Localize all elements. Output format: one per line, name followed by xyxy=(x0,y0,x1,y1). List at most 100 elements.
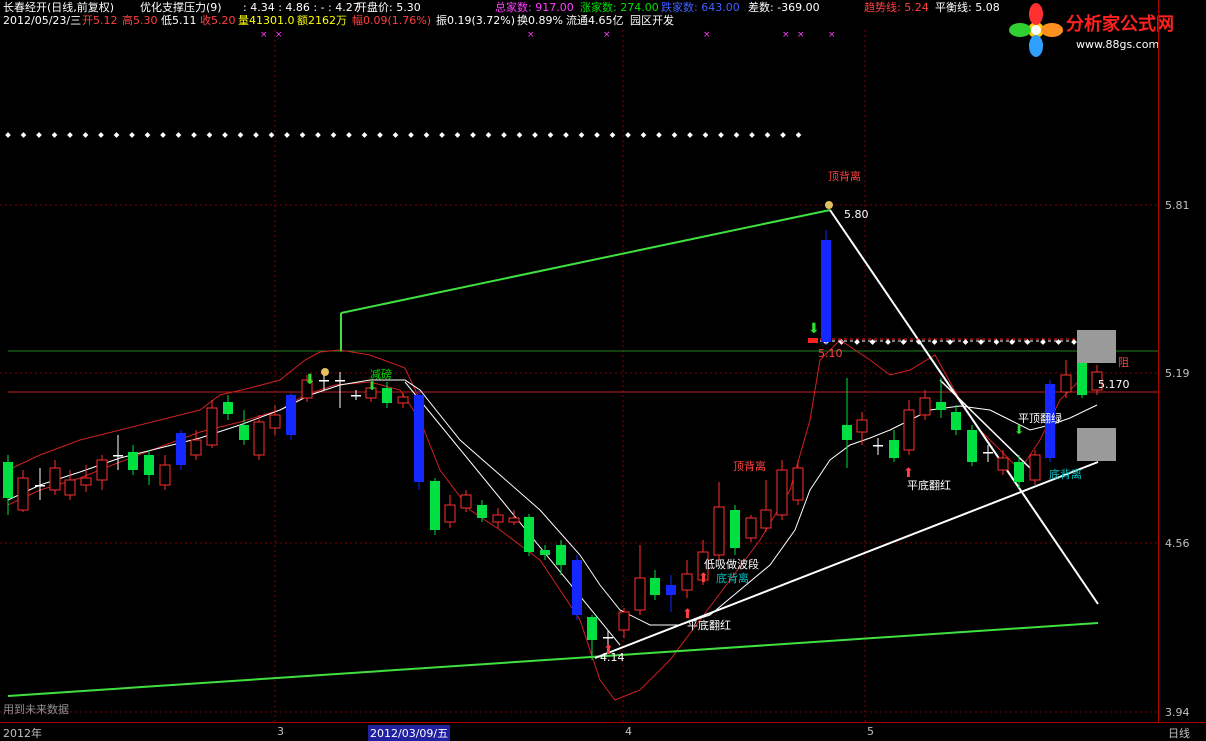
candle-body xyxy=(477,505,487,518)
signal-dot xyxy=(962,339,969,345)
top-divergence-label-1: 顶背离 xyxy=(828,170,861,183)
signal-dot xyxy=(67,132,73,138)
signal-dot xyxy=(1009,339,1015,345)
reduce-position-label: 减磅 xyxy=(370,368,392,381)
signal-dot xyxy=(993,339,1000,345)
signal-dot xyxy=(780,132,786,138)
signal-dot xyxy=(625,132,631,138)
signal-dot xyxy=(20,132,27,138)
signal-dot xyxy=(563,132,569,138)
signal-dot xyxy=(1024,339,1031,345)
signal-dot xyxy=(191,132,197,138)
signal-dot xyxy=(253,132,259,138)
candle-body xyxy=(335,380,345,382)
flat-bottom-red-label-1: 平底翻红 xyxy=(687,619,731,632)
signal-dot xyxy=(485,132,492,138)
x-label-cursor-date[interactable]: 2012/03/09/五 xyxy=(368,725,451,741)
signal-dot xyxy=(315,132,321,138)
signal-dot xyxy=(51,132,58,138)
y-tick: 4.56 xyxy=(1165,537,1190,550)
resistance-label: 阻 xyxy=(1118,356,1129,369)
signal-dot xyxy=(656,132,662,138)
signal-dot xyxy=(718,132,724,138)
x-label-year: 2012年 xyxy=(3,727,42,740)
top-divergence-label-2: 顶背离 xyxy=(733,460,766,473)
flat-top-green-label: 平顶翻绿 xyxy=(1018,412,1062,425)
candle-body xyxy=(745,517,757,539)
svg-text:×: × xyxy=(275,30,283,40)
candle-body xyxy=(351,395,361,397)
lower-band-line xyxy=(7,339,1086,701)
candle-body xyxy=(239,425,249,440)
candle-body xyxy=(967,430,977,462)
candle-body xyxy=(430,481,440,530)
candle-body xyxy=(650,578,660,595)
signal-dot xyxy=(1055,339,1062,345)
candle-body xyxy=(821,240,831,342)
signal-dot xyxy=(947,339,953,345)
candle-body xyxy=(572,560,582,615)
candle-body xyxy=(444,504,456,523)
candle-body xyxy=(856,419,868,433)
signal-dot xyxy=(113,132,120,138)
signal-dot xyxy=(377,132,383,138)
down-arrow-icon: ⬇ xyxy=(808,321,820,337)
candle-body xyxy=(35,485,45,487)
kline-chart[interactable]: × × × × × × × × ⬇ ⬇ ⬇ ⬇ ⬆ ⬆ ⬆ ⬆ xyxy=(0,0,1158,722)
signal-dot xyxy=(144,132,151,138)
bottom-divergence-label-1: 底背离 xyxy=(716,572,749,585)
support-zone-box xyxy=(1077,428,1116,461)
candle-body xyxy=(556,545,566,565)
signal-arrows: ⬇ ⬇ ⬇ ⬇ ⬆ ⬆ ⬆ ⬆ xyxy=(304,201,1024,658)
signal-dot xyxy=(749,132,755,138)
signal-dot xyxy=(885,339,891,345)
signal-dot xyxy=(237,132,244,138)
signal-dots-row xyxy=(5,132,1093,345)
svg-text:×: × xyxy=(527,30,535,40)
candle-body xyxy=(1014,462,1024,482)
candle-body xyxy=(64,479,76,496)
signal-dot xyxy=(392,132,399,138)
candle-body xyxy=(49,467,61,491)
candle-body xyxy=(460,494,472,509)
svg-text:×: × xyxy=(797,30,805,40)
candle-body xyxy=(666,585,676,595)
signal-dot xyxy=(733,132,740,138)
svg-text:×: × xyxy=(782,30,790,40)
candle-body xyxy=(80,477,92,486)
signal-dot xyxy=(931,339,938,345)
svg-text:×: × xyxy=(828,30,836,40)
candle-body xyxy=(159,464,171,486)
signal-dot xyxy=(5,132,11,138)
falling-line-2 xyxy=(829,209,1099,605)
candle-body xyxy=(286,395,296,435)
mid-value-label: 5.10 xyxy=(818,347,843,360)
signal-dot xyxy=(36,132,42,138)
candle-body xyxy=(1029,454,1041,481)
candle-body xyxy=(190,439,202,456)
flat-bottom-red-label-2: 平底翻红 xyxy=(907,479,951,492)
candle-body xyxy=(206,407,218,446)
candle-body xyxy=(382,388,392,403)
candle-body xyxy=(319,380,329,382)
y-tick: 5.19 xyxy=(1165,367,1190,380)
candle-body xyxy=(414,395,424,482)
candle-body xyxy=(776,469,788,516)
svg-text:×: × xyxy=(260,30,268,40)
signal-dot xyxy=(129,132,135,138)
candle-body xyxy=(3,462,13,498)
candle-body xyxy=(983,452,993,454)
signal-dot xyxy=(299,132,306,138)
resistance-zone-box xyxy=(1077,330,1116,363)
magenta-marks: × × × × × × × × xyxy=(260,30,836,40)
signal-dot xyxy=(1071,339,1077,345)
candle-body xyxy=(951,412,961,430)
candle-body xyxy=(17,477,29,511)
x-label-month: 3 xyxy=(277,725,284,738)
period-label[interactable]: 日线 xyxy=(1168,725,1190,741)
candle-body xyxy=(936,402,946,410)
candle-body xyxy=(760,509,772,529)
signal-dot xyxy=(547,132,554,138)
upper-trend-line-seg xyxy=(340,209,831,314)
signal-dot xyxy=(854,339,860,345)
